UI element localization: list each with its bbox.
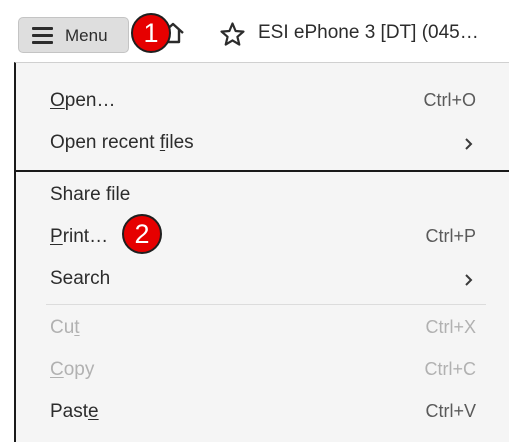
shortcut-label: Ctrl+O xyxy=(423,90,476,110)
menu-item-label: Search xyxy=(50,268,111,289)
menu-item-label: Share file xyxy=(50,184,131,205)
menu-item-label: Cut xyxy=(50,317,80,338)
chevron-right-icon xyxy=(465,274,473,286)
star-icon[interactable] xyxy=(219,21,246,48)
menu-item-label: Open… xyxy=(50,90,116,111)
menu-item-share-file[interactable]: Share file xyxy=(16,176,496,216)
menu-item-search[interactable]: Search xyxy=(16,260,496,300)
menu-item-label: Print… xyxy=(50,226,109,247)
chevron-right-icon xyxy=(465,138,473,150)
shortcut-label: Ctrl+V xyxy=(425,401,476,421)
menu-item-copy[interactable]: Copy Ctrl+C xyxy=(16,351,496,391)
menu-button-label: Menu xyxy=(65,26,108,45)
menu-item-label: Copy xyxy=(50,359,95,380)
menu-item-print[interactable]: Print… Ctrl+P xyxy=(16,218,496,258)
shortcut-label: Ctrl+C xyxy=(424,359,476,379)
hamburger-icon xyxy=(32,27,53,44)
shortcut-label: Ctrl+P xyxy=(425,226,476,246)
menu-item-paste[interactable]: Paste Ctrl+V xyxy=(16,393,496,433)
toolbar: Menu ESI ePhone 3 [DT] (045… xyxy=(0,0,509,60)
menu-button[interactable]: Menu xyxy=(18,17,129,53)
shortcut-label: Ctrl+X xyxy=(425,317,476,337)
menu-item-label: Open recent files xyxy=(50,132,194,153)
menu-item-label: Paste xyxy=(50,401,99,422)
file-menu-dropdown: Open… Ctrl+O Open recent files Share fil… xyxy=(14,62,509,442)
menu-item-open[interactable]: Open… Ctrl+O xyxy=(16,82,496,122)
step-callout-1: 1 xyxy=(131,13,171,53)
menu-item-cut[interactable]: Cut Ctrl+X xyxy=(16,309,496,349)
menu-divider xyxy=(46,304,486,305)
step-callout-2: 2 xyxy=(122,214,162,254)
document-tab-title[interactable]: ESI ePhone 3 [DT] (045… xyxy=(258,22,479,44)
menu-item-open-recent-files[interactable]: Open recent files xyxy=(16,124,496,164)
